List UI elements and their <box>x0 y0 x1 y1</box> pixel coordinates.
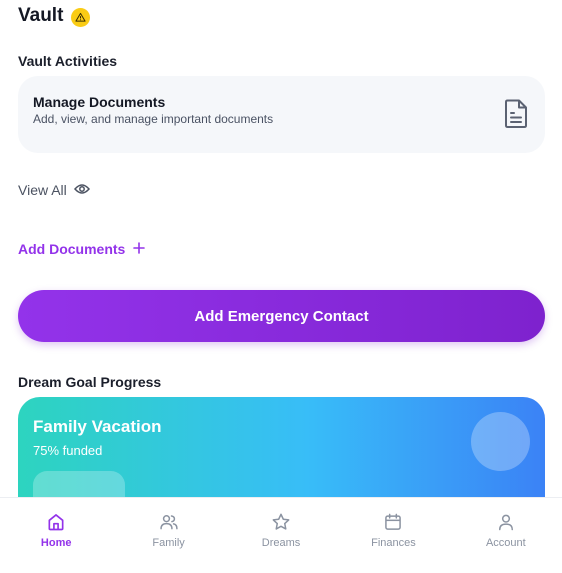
manage-documents-title: Manage Documents <box>33 94 166 110</box>
nav-item-home[interactable]: Home <box>0 498 112 573</box>
nav-label: Dreams <box>261 537 301 549</box>
add-documents-label: Add Documents <box>18 241 126 257</box>
nav-label: Account <box>485 537 526 549</box>
nav-item-dreams[interactable]: Dreams <box>225 498 337 573</box>
warning-triangle-icon[interactable] <box>71 8 91 27</box>
page-header: Vault <box>18 4 91 27</box>
star-icon <box>271 512 291 532</box>
home-icon <box>46 512 66 532</box>
add-emergency-contact-button[interactable]: Add Emergency Contact <box>18 290 545 342</box>
document-icon <box>503 99 529 134</box>
view-all-link[interactable]: View All <box>18 182 90 198</box>
nav-label: Home <box>40 537 72 549</box>
nav-label: Finances <box>371 537 416 549</box>
plus-icon <box>133 241 146 257</box>
user-icon <box>496 512 516 532</box>
manage-documents-description: Add, view, and manage important document… <box>33 112 274 126</box>
view-all-label: View All <box>18 182 67 198</box>
eye-icon <box>73 182 90 198</box>
calendar-icon <box>383 512 403 532</box>
nav-item-finances[interactable]: Finances <box>337 498 449 573</box>
goal-funded-text: 75% funded <box>33 443 103 458</box>
nav-item-account[interactable]: Account <box>450 498 562 573</box>
nav-label: Family <box>152 537 185 549</box>
manage-documents-card[interactable]: Manage Documents Add, view, and manage i… <box>18 76 545 153</box>
family-icon <box>159 512 179 532</box>
add-documents-link[interactable]: Add Documents <box>18 241 146 257</box>
vault-activities-heading: Vault Activities <box>18 53 118 69</box>
bottom-nav: Home Family Dreams Finances Account <box>0 497 562 573</box>
dream-goal-heading: Dream Goal Progress <box>18 374 162 390</box>
goal-title: Family Vacation <box>33 417 162 436</box>
page-title: Vault <box>18 4 64 26</box>
goal-decorative-circle <box>471 412 530 471</box>
nav-item-family[interactable]: Family <box>112 498 224 573</box>
